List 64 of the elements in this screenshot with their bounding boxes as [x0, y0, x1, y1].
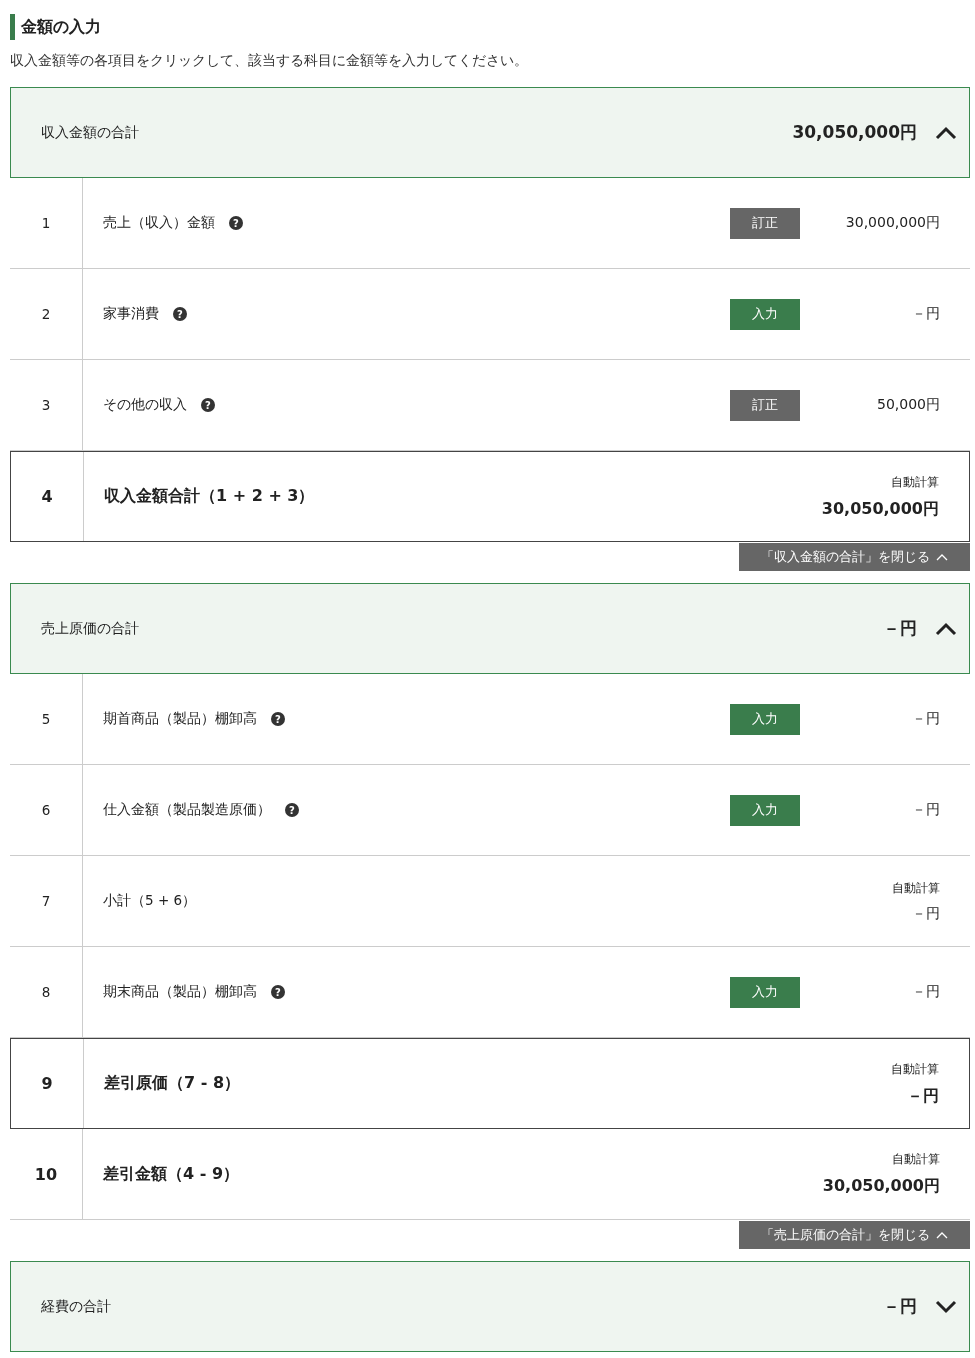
item-label: 家事消費 [103, 305, 159, 323]
amount: 30,050,000円 [821, 498, 939, 520]
amount: －円 [911, 710, 940, 728]
item-label: 収入金額合計（1 + 2 + 3） [104, 486, 315, 507]
item-label: 期末商品（製品）棚卸高 [103, 983, 257, 1001]
section-title: 売上原価の合計 [41, 619, 140, 638]
amount: －円 [911, 904, 940, 923]
help-icon[interactable]: ? [201, 398, 215, 412]
close-section-button[interactable]: 「収入金額の合計」を閉じる [739, 543, 970, 571]
close-section-button[interactable]: 「売上原価の合計」を閉じる [739, 1221, 970, 1249]
chevron-up-icon [936, 553, 948, 561]
row-number: 3 [10, 360, 83, 450]
entry-button[interactable]: 入力 [730, 976, 800, 1008]
item-label: 期首商品（製品）棚卸高 [103, 710, 257, 728]
section-total: －円 [883, 617, 917, 640]
page-title: 金額の入力 [10, 14, 970, 40]
chevron-up-icon [936, 1231, 948, 1239]
entry-button[interactable]: 入力 [730, 794, 800, 826]
item-label: その他の収入 [103, 396, 187, 414]
auto-calc-note: 自動計算 [891, 1060, 939, 1078]
amount: －円 [906, 1085, 939, 1107]
row-number: 9 [11, 1039, 84, 1128]
entry-button[interactable]: 訂正 [730, 207, 800, 239]
entry-button[interactable]: 入力 [730, 703, 800, 735]
amount: 30,050,000円 [822, 1176, 940, 1197]
chevron-down-icon[interactable] [935, 1299, 957, 1314]
item-label: 売上（収入）金額 [103, 214, 215, 232]
amount: 50,000円 [876, 396, 940, 414]
row-number: 2 [10, 269, 83, 359]
section-title: 経費の合計 [41, 1297, 112, 1316]
section-header[interactable]: 収入金額の合計 30,050,000円 [10, 87, 970, 178]
help-icon[interactable]: ? [229, 216, 243, 230]
amount: －円 [911, 801, 940, 819]
section-total: －円 [883, 1295, 917, 1318]
auto-calc-note: 自動計算 [891, 1151, 940, 1168]
section-total: 30,050,000円 [792, 121, 917, 144]
chevron-up-icon[interactable] [935, 125, 957, 140]
item-label: 差引金額（4 - 9） [103, 1163, 240, 1185]
amount: －円 [911, 305, 940, 323]
section-header[interactable]: 経費の合計 －円 [10, 1261, 970, 1352]
help-icon[interactable]: ? [285, 803, 299, 817]
amount: －円 [911, 983, 940, 1001]
instruction-text: 収入金額等の各項目をクリックして、該当する科目に金額等を入力してください。 [10, 52, 529, 70]
row-number: 7 [10, 856, 83, 946]
entry-button[interactable]: 入力 [730, 298, 800, 330]
section-header[interactable]: 売上原価の合計 －円 [10, 583, 970, 674]
auto-calc-note: 自動計算 [892, 879, 940, 897]
item-label: 小計（5 + 6） [103, 892, 197, 910]
row-number: 10 [10, 1129, 83, 1219]
section-title: 収入金額の合計 [41, 123, 140, 142]
amount: 30,000,000円 [844, 214, 940, 232]
help-icon[interactable]: ? [271, 712, 285, 726]
auto-calc-note: 自動計算 [890, 473, 939, 491]
row-number: 4 [11, 452, 84, 541]
item-label: 仕入金額（製品製造原価） [103, 801, 271, 819]
row-number: 1 [10, 178, 83, 268]
row-number: 5 [10, 674, 83, 764]
chevron-up-icon[interactable] [935, 621, 957, 636]
help-icon[interactable]: ? [271, 985, 285, 999]
help-icon[interactable]: ? [173, 307, 187, 321]
row-number: 8 [10, 947, 83, 1037]
entry-button[interactable]: 訂正 [730, 389, 800, 421]
item-label: 差引原価（7 - 8） [104, 1073, 241, 1094]
row-number: 6 [10, 765, 83, 855]
